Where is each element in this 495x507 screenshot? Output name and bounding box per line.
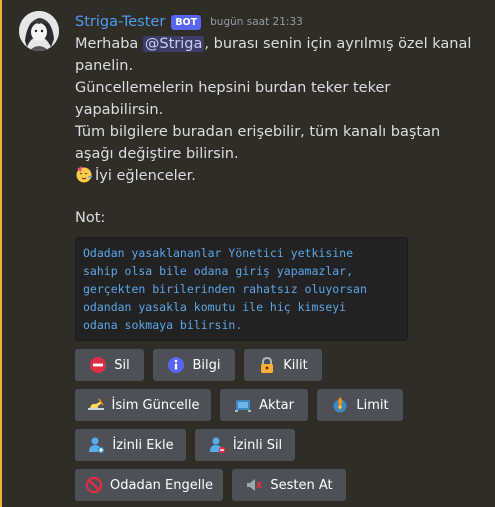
message-line: panelin. <box>75 58 134 74</box>
remove-permission-button-label: İzinli Sil <box>232 437 283 453</box>
timestamp[interactable]: bugün saat 21:33 <box>210 16 303 28</box>
lock-icon <box>258 356 276 374</box>
writing-hand-icon <box>87 396 105 414</box>
delete-button-label: Sil <box>114 357 130 373</box>
user-remove-icon <box>208 436 226 454</box>
user-add-icon <box>87 436 105 454</box>
add-permission-button-label: İzinli Ekle <box>112 437 174 453</box>
message-content: Merhaba @Striga, burası senin için ayrıl… <box>75 33 475 187</box>
message-line: Güncellemelerin hepsini burdan teker tek… <box>75 80 391 96</box>
transfer-button[interactable]: Aktar <box>220 389 308 421</box>
message-line: Merhaba @Striga, burası senin için ayrıl… <box>75 33 475 55</box>
message-line: yapabilirsin. <box>75 102 164 118</box>
lock-button-label: Kilit <box>283 357 308 373</box>
info-button-label: Bilgi <box>192 357 221 373</box>
mention-highlight-bar <box>0 0 2 507</box>
message-line: Tüm bilgilere buradan erişebilir, tüm ka… <box>75 124 441 140</box>
delete-button[interactable]: Sil <box>75 349 144 381</box>
info-icon <box>167 356 185 374</box>
kick-voice-button-label: Sesten At <box>270 477 333 493</box>
bot-tag: BOT <box>171 14 202 30</box>
code-block: Odadan yasaklananlar Yönetici yetkisine … <box>75 237 408 341</box>
user-mention[interactable]: @Striga <box>142 36 205 52</box>
username[interactable]: Striga-Tester <box>75 14 165 30</box>
ban-icon <box>85 476 103 494</box>
lock-button[interactable]: Kilit <box>244 349 322 381</box>
avatar[interactable] <box>19 11 59 51</box>
no-entry-icon <box>89 356 107 374</box>
message-text: Merhaba <box>75 36 143 52</box>
ban-button[interactable]: Odadan Engelle <box>75 469 223 501</box>
transfer-button-label: Aktar <box>259 397 294 413</box>
add-permission-button[interactable]: İzinli Ekle <box>75 429 186 461</box>
mute-icon <box>245 476 263 494</box>
kick-voice-button[interactable]: Sesten At <box>232 469 346 501</box>
message-line: İyi eğlenceler. <box>75 165 475 187</box>
message-text: , burası senin için ayrılmış özel kanal <box>204 36 472 52</box>
rename-button[interactable]: İsim Güncelle <box>75 389 211 421</box>
message-text: İyi eğlenceler. <box>95 168 196 184</box>
limit-icon <box>331 396 349 414</box>
message-header: Striga-Tester BOT bugün saat 21:33 <box>75 12 303 32</box>
message-line: aşağı değiştire bilirsin. <box>75 146 239 162</box>
transfer-icon <box>234 396 252 414</box>
note-label: Not: <box>75 210 106 226</box>
remove-permission-button[interactable]: İzinli Sil <box>195 429 295 461</box>
rename-button-label: İsim Güncelle <box>111 397 200 413</box>
limit-button-label: Limit <box>356 397 389 413</box>
limit-button[interactable]: Limit <box>317 389 403 421</box>
ban-button-label: Odadan Engelle <box>110 477 213 493</box>
partying-face-emoji <box>75 165 93 183</box>
info-button[interactable]: Bilgi <box>153 349 235 381</box>
message-container: Striga-Tester BOT bugün saat 21:33 Merha… <box>0 0 495 507</box>
